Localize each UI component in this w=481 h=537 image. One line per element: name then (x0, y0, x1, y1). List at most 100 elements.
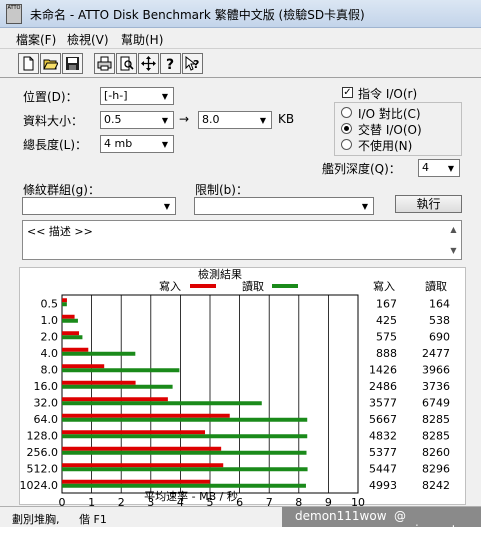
y-tick-label: 0.5 (41, 297, 59, 310)
menu-help[interactable]: 幫助(H) (121, 31, 163, 48)
x-axis-title: 平均速率 - MB / 秒 (144, 489, 238, 503)
transfer-size-label: 資料大小： (23, 114, 84, 128)
value-read: 3736 (422, 380, 450, 393)
value-read: 2477 (422, 347, 450, 360)
stripe-group-label: 條紋群組(g)： (23, 183, 100, 197)
bar-read (62, 318, 78, 323)
value-write: 5447 (369, 462, 397, 475)
direct-io-checkbox[interactable]: ✓ (342, 87, 353, 98)
menu-bar: 檔案(F) 檢視(V) 幫助(H) (0, 28, 481, 48)
chevron-down-icon: ▼ (161, 139, 169, 149)
value-read: 8285 (422, 429, 450, 442)
x-tick-label: 4 (177, 496, 184, 506)
value-read: 6749 (422, 396, 450, 409)
menu-file[interactable]: 檔案(F) (16, 31, 56, 48)
save-icon (66, 57, 79, 70)
bar-read (62, 335, 83, 340)
chevron-down-icon: ▼ (163, 201, 171, 211)
value-write: 3577 (369, 396, 397, 409)
bar-read (62, 467, 308, 472)
x-tick-label: 6 (236, 496, 243, 506)
scroll-up-icon[interactable]: ▲ (446, 222, 461, 237)
bar-read (62, 483, 306, 488)
results-chart: 檢測結果 寫入 讀取 寫入 讀取 平均速率 - MB / 秒 0 1 2 3 4 5 6 7 8… (20, 267, 451, 509)
chevron-down-icon: ▼ (447, 163, 455, 173)
context-help-button[interactable]: ? (182, 53, 203, 74)
total-length-select[interactable]: 4 mb ▼ (100, 135, 174, 153)
print-button[interactable] (94, 53, 115, 74)
print-preview-button[interactable] (116, 53, 137, 74)
scroll-down-icon[interactable]: ▼ (446, 243, 461, 258)
x-tick-label: 1 (88, 496, 95, 506)
results-panel: 檢測結果 寫入 讀取 寫入 讀取 平均速率 - MB / 秒 0 1 2 3 4 5 6 7 8… (19, 267, 466, 509)
value-read: 164 (429, 297, 450, 310)
legend-write-label: 寫入 (159, 279, 181, 293)
value-write: 2486 (369, 380, 397, 393)
bar-read (62, 368, 180, 373)
x-tick-label: 7 (266, 496, 273, 506)
main-panel: 位置(D)： [-h-] ▼ 資料大小： 0.5 ▼ → 8.0 ▼ KB 總長… (0, 78, 481, 509)
bar-write (62, 430, 206, 435)
toolbar: ? ? (0, 48, 481, 78)
new-file-button[interactable] (18, 53, 39, 74)
bar-read (62, 450, 307, 455)
start-button[interactable]: 執行 (395, 195, 462, 213)
neither-radio[interactable] (341, 139, 352, 150)
value-read: 8296 (422, 462, 450, 475)
value-read: 690 (429, 330, 450, 343)
chevron-down-icon: ▼ (161, 91, 169, 101)
y-tick-label: 4.0 (41, 347, 59, 360)
value-write: 425 (376, 314, 397, 327)
value-write: 1426 (369, 363, 397, 376)
bar-write (62, 331, 80, 336)
status-text: 劃別堆胸, (12, 513, 60, 526)
bar-read (62, 401, 262, 406)
menu-view[interactable]: 檢視(V) (67, 31, 109, 48)
save-button[interactable] (62, 53, 83, 74)
bar-read (62, 434, 308, 439)
io-compare-label: I/O 對比(C) (358, 107, 421, 121)
overlapped-io-label: 交替 I/O(O) (358, 123, 422, 137)
watermark-left: demon111wow (295, 509, 387, 523)
move-icon (141, 56, 156, 71)
x-tick-label: 10 (351, 496, 365, 506)
svg-text:?: ? (166, 57, 174, 71)
bar-write (62, 413, 230, 418)
value-write: 4993 (369, 479, 397, 492)
transfer-size-to-select[interactable]: 8.0 ▼ (198, 111, 272, 129)
io-compare-radio[interactable] (341, 107, 352, 118)
drive-select[interactable]: [-h-] ▼ (100, 87, 174, 105)
bar-read (62, 417, 308, 422)
bar-write (62, 298, 67, 303)
help-button[interactable]: ? (160, 53, 181, 74)
print-preview-icon (120, 56, 134, 71)
restriction-select[interactable]: ▼ (194, 197, 374, 215)
bar-write (62, 347, 89, 352)
chevron-down-icon: ▼ (361, 201, 369, 211)
chevron-down-icon: ▼ (259, 115, 267, 125)
move-button[interactable] (138, 53, 159, 74)
transfer-size-from-select[interactable]: 0.5 ▼ (100, 111, 174, 129)
x-tick-label: 2 (118, 496, 125, 506)
y-tick-label: 128.0 (27, 429, 59, 442)
y-tick-label: 256.0 (27, 446, 59, 459)
drive-label: 位置(D)： (23, 90, 78, 104)
open-button[interactable] (40, 53, 61, 74)
value-read: 8260 (422, 446, 450, 459)
value-write: 167 (376, 297, 397, 310)
queue-depth-label: 艦列深度(Q)： (322, 162, 401, 176)
column-header-write: 寫入 (373, 279, 395, 293)
value-write: 4832 (369, 429, 397, 442)
legend-read-swatch (272, 284, 298, 288)
restriction-label: 限制(b)： (195, 183, 248, 197)
legend-read-label: 讀取 (242, 279, 264, 293)
x-tick-label: 8 (295, 496, 302, 506)
results-title: 檢測結果 (198, 268, 242, 281)
queue-depth-select[interactable]: 4 ▼ (418, 159, 460, 177)
description-box[interactable]: << 描述 >> ▲ ▼ (22, 220, 462, 260)
bar-read (62, 384, 173, 389)
overlapped-io-radio[interactable] (341, 123, 352, 134)
title-bar: ATTO 未命名 - ATTO Disk Benchmark 繁體中文版 (檢驗… (0, 0, 481, 28)
stripe-group-select[interactable]: ▼ (22, 197, 176, 215)
bar-write (62, 463, 224, 468)
